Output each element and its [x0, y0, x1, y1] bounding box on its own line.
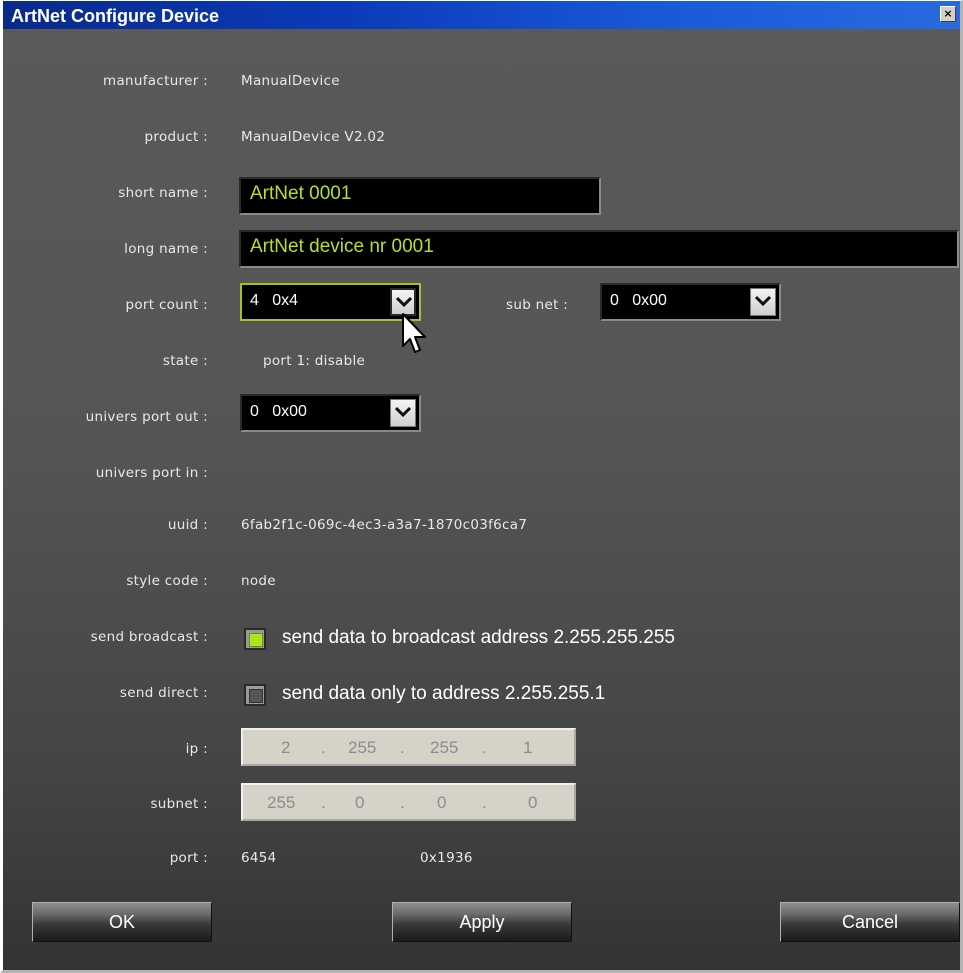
subnet-octet-1: 255 — [267, 793, 296, 812]
ip-separator: . — [321, 793, 326, 812]
product-value: ManualDevice V2.02 — [241, 129, 386, 145]
subnet-mask-input[interactable]: 255 . 0 . 0 . 0 — [241, 783, 576, 821]
ok-button[interactable]: OK — [32, 902, 212, 942]
sub-net-dropdown[interactable]: 0 0x00 — [600, 283, 781, 321]
subnet-octet-3: 0 — [437, 793, 447, 812]
apply-button[interactable]: Apply — [392, 902, 572, 942]
short-name-input[interactable]: ArtNet 0001 — [239, 177, 601, 215]
chevron-down-icon[interactable] — [390, 399, 416, 427]
ip-separator: . — [482, 793, 487, 812]
send-direct-label: send direct : — [119, 685, 208, 701]
uuid-label: uuid : — [167, 517, 208, 533]
port-count-label: port count : — [125, 297, 208, 313]
ip-octet-3: 255 — [430, 738, 459, 757]
state-value: port 1: disable — [263, 353, 366, 369]
port-count-dropdown[interactable]: 4 0x4 — [240, 283, 421, 321]
title-bar: ArtNet Configure Device × — [3, 1, 960, 29]
send-broadcast-text: send data to broadcast address 2.255.255… — [282, 627, 675, 648]
long-name-label: long name : — [124, 241, 208, 257]
subnet-octet-2: 0 — [355, 793, 365, 812]
style-code-label: style code : — [126, 573, 208, 589]
send-direct-checkbox[interactable] — [244, 684, 266, 706]
product-label: product : — [144, 129, 208, 145]
univers-port-out-value: 0 0x00 — [250, 403, 307, 420]
port-label: port : — [169, 850, 208, 866]
close-icon[interactable]: × — [940, 6, 956, 22]
ip-octet-1: 2 — [281, 738, 291, 757]
send-broadcast-checkbox[interactable] — [244, 628, 266, 650]
ip-separator: . — [400, 793, 405, 812]
manufacturer-value: ManualDevice — [241, 73, 340, 89]
checkbox-checked-icon — [249, 633, 263, 647]
short-name-label: short name : — [118, 185, 208, 201]
manufacturer-label: manufacturer : — [103, 73, 208, 89]
ip-separator: . — [321, 738, 326, 757]
sub-net-label: sub net : — [506, 297, 569, 313]
style-code-value: node — [241, 573, 276, 589]
long-name-input[interactable]: ArtNet device nr 0001 — [239, 230, 959, 268]
checkbox-unchecked-icon — [249, 689, 263, 703]
send-broadcast-label: send broadcast : — [90, 629, 208, 645]
univers-port-in-label: univers port in : — [95, 465, 208, 481]
ip-octet-2: 255 — [348, 738, 377, 757]
port-count-value: 4 0x4 — [250, 292, 299, 309]
ip-separator: . — [482, 738, 487, 757]
ip-label: ip : — [185, 741, 208, 757]
ip-octet-4: 1 — [523, 738, 533, 757]
uuid-value: 6fab2f1c-069c-4ec3-a3a7-1870c03f6ca7 — [241, 517, 528, 533]
subnet-octet-4: 0 — [528, 793, 538, 812]
send-direct-text: send data only to address 2.255.255.1 — [282, 683, 606, 704]
univers-port-out-label: univers port out : — [85, 409, 208, 425]
ip-separator: . — [400, 738, 405, 757]
univers-port-out-dropdown[interactable]: 0 0x00 — [240, 394, 421, 432]
chevron-down-icon[interactable] — [750, 288, 776, 316]
artnet-configure-device-dialog: ArtNet Configure Device × manufacturer :… — [0, 0, 963, 973]
subnet-label: subnet : — [150, 796, 208, 812]
cancel-button[interactable]: Cancel — [780, 902, 960, 942]
mouse-cursor-icon — [402, 313, 426, 353]
sub-net-value: 0 0x00 — [610, 292, 667, 309]
window-title: ArtNet Configure Device — [11, 6, 220, 26]
port-hex-value: 0x1936 — [420, 850, 473, 866]
ip-address-input[interactable]: 2 . 255 . 255 . 1 — [241, 728, 576, 766]
port-decimal-value: 6454 — [241, 850, 277, 866]
state-label: state : — [162, 353, 208, 369]
